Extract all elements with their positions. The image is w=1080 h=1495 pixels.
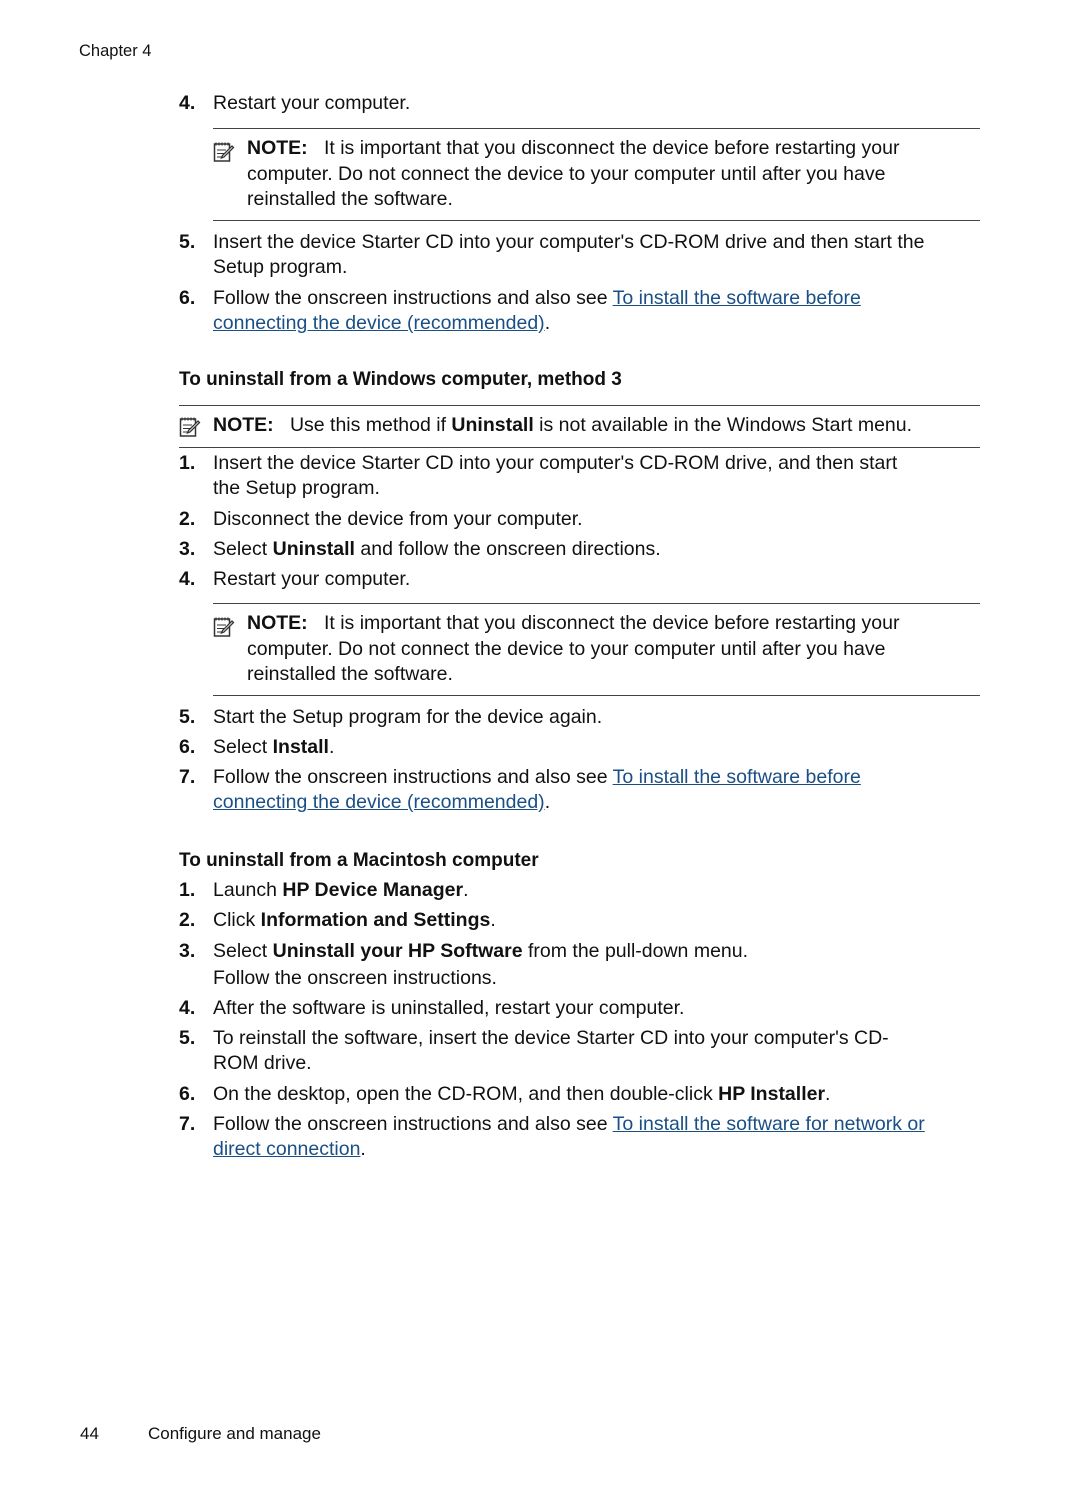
list-item: 5. Start the Setup program for the devic… bbox=[179, 705, 979, 730]
list-item: 7. Follow the onscreen instructions and … bbox=[179, 1112, 979, 1162]
step-text: Select Uninstall your HP Software from t… bbox=[213, 940, 749, 989]
step-text: Click Information and Settings. bbox=[213, 909, 496, 931]
chapter-header: Chapter 4 bbox=[79, 42, 152, 60]
note-label: NOTE: bbox=[247, 612, 308, 634]
list-item: 6. Follow the onscreen instructions and … bbox=[179, 286, 979, 336]
step-text: On the desktop, open the CD-ROM, and the… bbox=[213, 1083, 831, 1105]
step-text: Select Install. bbox=[213, 736, 335, 758]
list-item: 2. Click Information and Settings. bbox=[179, 908, 979, 933]
step-number: 5. bbox=[179, 1027, 196, 1049]
note-box: NOTE: It is important that you disconnec… bbox=[213, 603, 980, 696]
step-number: 7. bbox=[179, 766, 196, 788]
list-item: 4. After the software is uninstalled, re… bbox=[179, 996, 979, 1021]
step-text: Disconnect the device from your computer… bbox=[213, 508, 583, 530]
note-text: NOTE: It is important that you disconnec… bbox=[247, 612, 900, 685]
step-number: 4. bbox=[179, 997, 196, 1019]
list-item: 3. Select Uninstall and follow the onscr… bbox=[179, 537, 979, 562]
step-number: 1. bbox=[179, 452, 196, 474]
step-number: 3. bbox=[179, 940, 196, 962]
list-item: 6. On the desktop, open the CD-ROM, and … bbox=[179, 1082, 979, 1107]
list-item: 4. Restart your computer. bbox=[179, 91, 979, 116]
step-text: Insert the device Starter CD into your c… bbox=[213, 452, 898, 499]
step-number: 3. bbox=[179, 538, 196, 560]
step-number: 2. bbox=[179, 909, 196, 931]
step-text: Launch HP Device Manager. bbox=[213, 879, 469, 901]
note-box: NOTE: Use this method if Uninstall is no… bbox=[179, 405, 980, 448]
note-text: NOTE: Use this method if Uninstall is no… bbox=[213, 414, 913, 436]
section-heading: To uninstall from a Windows computer, me… bbox=[179, 369, 622, 390]
note-icon bbox=[213, 616, 235, 638]
step-number: 5. bbox=[179, 706, 196, 728]
step-number: 6. bbox=[179, 736, 196, 758]
step-text: Follow the onscreen instructions and als… bbox=[213, 766, 861, 813]
step-number: 2. bbox=[179, 508, 196, 530]
section-heading: To uninstall from a Macintosh computer bbox=[179, 850, 539, 871]
list-item: 5. To reinstall the software, insert the… bbox=[179, 1026, 979, 1076]
list-item: 5. Insert the device Starter CD into you… bbox=[179, 230, 979, 280]
note-icon bbox=[179, 416, 201, 438]
step-text: Restart your computer. bbox=[213, 568, 411, 590]
step-text: Insert the device Starter CD into your c… bbox=[213, 231, 925, 278]
step-number: 4. bbox=[179, 568, 196, 590]
step-text: Follow the onscreen instructions and als… bbox=[213, 1113, 925, 1160]
list-item: 1. Launch HP Device Manager. bbox=[179, 878, 979, 903]
step-text: Restart your computer. bbox=[213, 92, 411, 114]
step-text: Follow the onscreen instructions and als… bbox=[213, 287, 861, 334]
step-number: 6. bbox=[179, 1083, 196, 1105]
page-number: 44 bbox=[80, 1424, 99, 1443]
step-number: 7. bbox=[179, 1113, 196, 1135]
list-item: 1. Insert the device Starter CD into you… bbox=[179, 451, 979, 501]
list-item: 4. Restart your computer. bbox=[179, 567, 979, 592]
list-item: 3. Select Uninstall your HP Software fro… bbox=[179, 938, 979, 992]
list-item: 2. Disconnect the device from your compu… bbox=[179, 507, 979, 532]
note-icon bbox=[213, 141, 235, 163]
step-text: To reinstall the software, insert the de… bbox=[213, 1027, 889, 1074]
step-number: 5. bbox=[179, 231, 196, 253]
step-text: Start the Setup program for the device a… bbox=[213, 706, 603, 728]
step-text: After the software is uninstalled, resta… bbox=[213, 997, 685, 1019]
list-item: 6. Select Install. bbox=[179, 735, 979, 760]
list-item: 7. Follow the onscreen instructions and … bbox=[179, 765, 979, 815]
step-number: 6. bbox=[179, 287, 196, 309]
note-label: NOTE: bbox=[213, 414, 274, 436]
step-number: 1. bbox=[179, 879, 196, 901]
step-text: Select Uninstall and follow the onscreen… bbox=[213, 538, 661, 560]
note-box: NOTE: It is important that you disconnec… bbox=[213, 128, 980, 221]
note-text: NOTE: It is important that you disconnec… bbox=[247, 137, 900, 210]
footer-section-title: Configure and manage bbox=[148, 1424, 321, 1443]
note-label: NOTE: bbox=[247, 137, 308, 159]
step-number: 4. bbox=[179, 92, 196, 114]
